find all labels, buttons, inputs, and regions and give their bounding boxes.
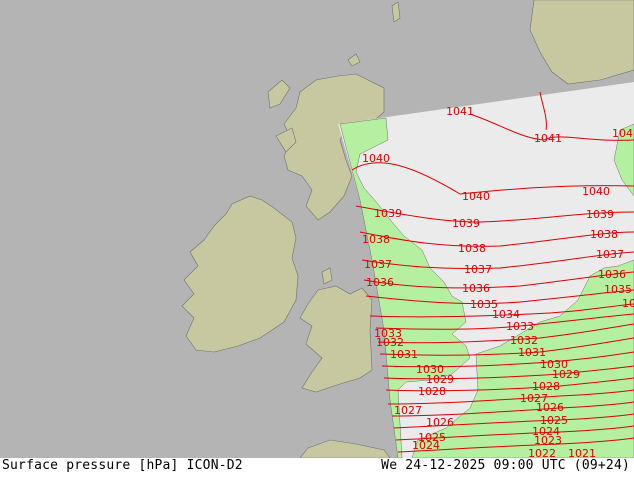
- isobar-label: 1036: [462, 282, 490, 295]
- isobar-label: 1041: [612, 127, 634, 140]
- isobar-label: 1037: [596, 248, 624, 261]
- isobar-label: 1026: [536, 401, 564, 414]
- pressure-map: 1041 1041 1041 1040 1040 1040 1039 1039 …: [0, 0, 634, 458]
- isobar-label: 1039: [374, 207, 402, 220]
- footer-product-label: Surface pressure [hPa] ICON-D2: [2, 458, 243, 473]
- isobar-label: 1037: [364, 258, 392, 271]
- isobar-label: 1039: [452, 217, 480, 230]
- isobar-label: 1036: [366, 276, 394, 289]
- isobar-label: 1040: [462, 190, 490, 203]
- footer-time-label: We 24-12-2025 09:00 UTC (09+24): [381, 458, 630, 473]
- isobar-label: 1037: [464, 263, 492, 276]
- isobar-label: 1036: [598, 268, 626, 281]
- isobar-label: 1024: [412, 439, 440, 452]
- isobar-label: 1028: [418, 385, 446, 398]
- isobar-label: 1035: [622, 297, 634, 310]
- isobar-label: 1040: [362, 152, 390, 165]
- isobar-label: 1022: [528, 447, 556, 458]
- isobar-label: 1023: [534, 434, 562, 447]
- isobar-label: 1035: [604, 283, 632, 296]
- isobar-label: 1031: [390, 348, 418, 361]
- map-footer: Surface pressure [hPa] ICON-D2 We 24-12-…: [0, 458, 634, 490]
- wales-landmass: [299, 285, 373, 393]
- isobar-label: 1040: [582, 185, 610, 198]
- isobar-label: 1038: [458, 242, 486, 255]
- isobar-label: 1026: [426, 416, 454, 429]
- isobar-label: 1027: [394, 404, 422, 417]
- isobar-label: 1038: [590, 228, 618, 241]
- isobar-label: 1033: [506, 320, 534, 333]
- isobar-label: 1038: [362, 233, 390, 246]
- isobar-label: 1041: [446, 105, 474, 118]
- isobar-label: 1041: [534, 132, 562, 145]
- isobar-label: 1021: [568, 447, 596, 458]
- isobar-label: 1039: [586, 208, 614, 221]
